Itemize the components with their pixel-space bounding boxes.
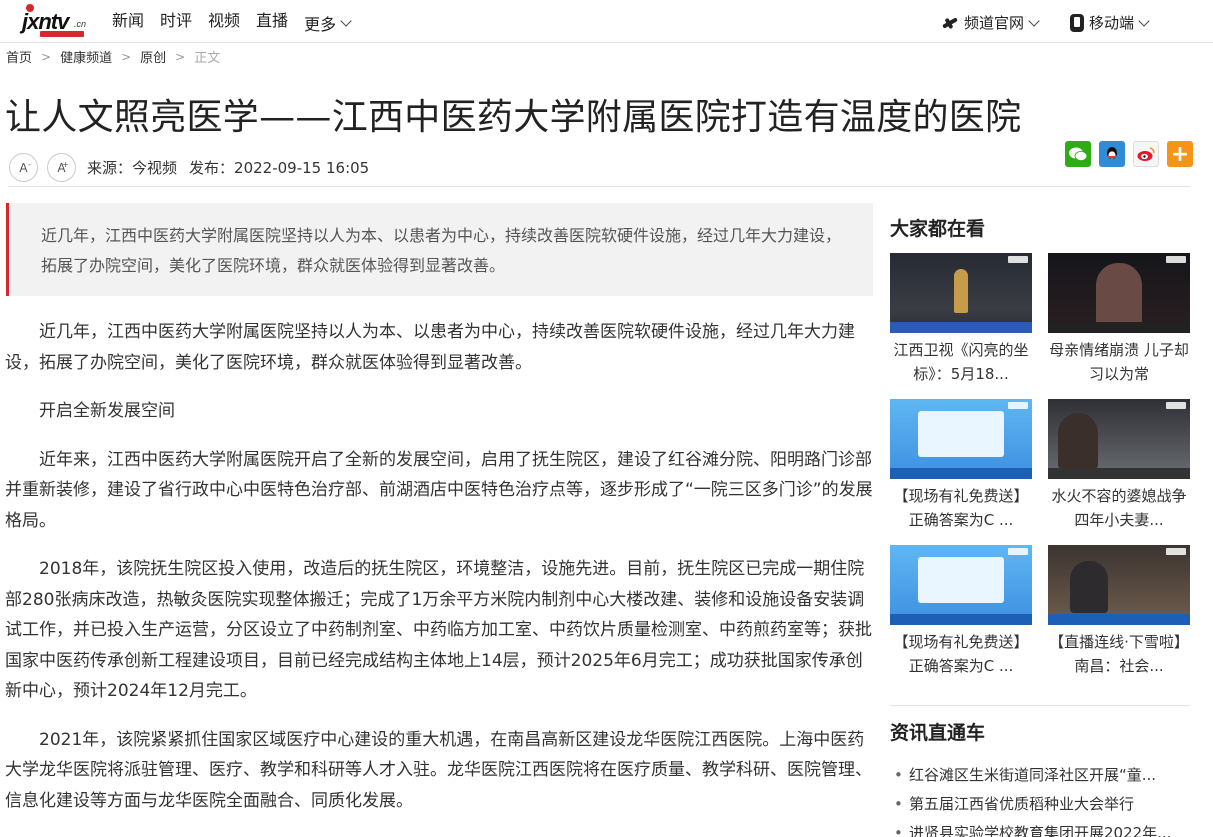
- font-increase-button[interactable]: A +: [47, 153, 76, 182]
- popular-caption: 母亲情绪崩溃 儿子却习以为常: [1049, 341, 1189, 383]
- popular-card[interactable]: 母亲情绪崩溃 儿子却习以为常: [1048, 253, 1190, 386]
- article-paragraph: 近年来，江西中医药大学附属医院开启了全新的发展空间，启用了抚生院区，建设了红谷滩…: [5, 449, 873, 531]
- breadcrumb-separator: >: [121, 49, 132, 64]
- popular-caption: 【现场有礼免费送】正确答案为C ...: [893, 487, 1029, 529]
- breadcrumb-home[interactable]: 首页: [6, 47, 32, 66]
- divider: [8, 186, 1190, 187]
- share-more-icon[interactable]: +: [1167, 141, 1193, 167]
- news-heading: 资讯直通车: [890, 722, 986, 744]
- news-item[interactable]: 红谷滩区生米街道同泽社区开展“童...: [890, 761, 1190, 790]
- site-logo[interactable]: jxntv .cn: [22, 4, 92, 38]
- popular-heading: 大家都在看: [890, 218, 986, 240]
- mobile-label: 移动端: [1089, 14, 1135, 32]
- news-section: 资讯直通车 红谷滩区生米街道同泽社区开展“童... 第五届江西省优质稻种业大会举…: [890, 718, 1190, 837]
- breadcrumb-original[interactable]: 原创: [140, 47, 166, 66]
- phone-icon: [1070, 13, 1084, 32]
- main-nav: 新闻 时评 视频 直播 更多: [112, 11, 352, 35]
- breadcrumb: 首页 > 健康频道 > 原创 > 正文: [6, 47, 221, 67]
- video-thumbnail: [1048, 399, 1190, 479]
- font-decrease-label: A: [19, 160, 28, 175]
- popular-card[interactable]: 水火不容的婆媳战争 四年小夫妻...: [1048, 399, 1190, 532]
- news-item[interactable]: 进贤县实验学校教育集团开展2022年...: [890, 819, 1190, 837]
- popular-card[interactable]: 【直播连线·下雪啦】南昌：社会...: [1048, 545, 1190, 678]
- channel-site-menu[interactable]: 频道官网: [941, 12, 1040, 33]
- qq-icon[interactable]: [1099, 141, 1125, 167]
- font-decrease-button[interactable]: A-: [9, 153, 38, 182]
- article-paragraph: 2021年，该院紧紧抓住国家区域医疗中心建设的重大机遇，在南昌高新区建设龙华医院…: [5, 729, 872, 811]
- video-thumbnail: [890, 545, 1032, 625]
- video-thumbnail: [890, 253, 1032, 333]
- sidebar: 大家都在看 江西卫视《闪亮的坐标》：5月18... 母亲情绪崩溃 儿子却习以为常…: [890, 214, 1190, 837]
- breadcrumb-separator: >: [41, 49, 52, 64]
- top-nav: jxntv .cn 新闻 时评 视频 直播 更多 频道官网 移动端: [0, 0, 1213, 43]
- news-list: 红谷滩区生米街道同泽社区开展“童... 第五届江西省优质稻种业大会举行 进贤县实…: [890, 761, 1190, 837]
- logo-subbar: [40, 31, 84, 37]
- wechat-icon[interactable]: [1065, 141, 1091, 167]
- popular-caption: 江西卫视《闪亮的坐标》：5月18...: [893, 341, 1029, 383]
- breadcrumb-current: 正文: [194, 51, 221, 66]
- divider: [890, 705, 1190, 706]
- publish-label: 发布：: [189, 159, 235, 177]
- video-thumbnail: [890, 399, 1032, 479]
- logo-domain: .cn: [74, 19, 87, 29]
- article-paragraph: 近几年，江西中医药大学附属医院坚持以人为本、以患者为中心，持续改善医院软硬件设施…: [5, 322, 855, 373]
- weibo-icon[interactable]: [1133, 141, 1159, 167]
- source-label: 来源：: [87, 159, 133, 177]
- video-thumbnail: [1048, 253, 1190, 333]
- nav-opinion[interactable]: 时评: [160, 11, 192, 35]
- source-value: 今视频: [132, 159, 178, 177]
- article-paragraph: 2018年，该院抚生院区投入使用，改造后的抚生院区，环境整洁，设施先进。目前，抚…: [5, 559, 872, 701]
- popular-card[interactable]: 江西卫视《闪亮的坐标》：5月18...: [890, 253, 1032, 386]
- popular-card[interactable]: 【现场有礼免费送】正确答案为C ...: [890, 545, 1032, 678]
- popular-card[interactable]: 【现场有礼免费送】正确答案为C ...: [890, 399, 1032, 532]
- article-subheading: 开启全新发展空间: [39, 401, 175, 421]
- mobile-menu[interactable]: 移动端: [1070, 12, 1150, 33]
- nav-news[interactable]: 新闻: [112, 11, 144, 35]
- article-summary: 近几年，江西中医药大学附属医院坚持以人为本、以患者为中心，持续改善医院软硬件设施…: [6, 203, 873, 296]
- news-item[interactable]: 第五届江西省优质稻种业大会举行: [890, 790, 1190, 819]
- popular-caption: 水火不容的婆媳战争 四年小夫妻...: [1051, 487, 1187, 529]
- chevron-down-icon: [340, 15, 352, 27]
- article-meta: A- A + 来源： 今视频 发布： 2022-09-15 16:05: [9, 153, 369, 182]
- popular-caption: 【现场有礼免费送】正确答案为C ...: [893, 633, 1029, 675]
- popular-grid: 江西卫视《闪亮的坐标》：5月18... 母亲情绪崩溃 儿子却习以为常 【现场有礼…: [890, 253, 1190, 691]
- plane-icon: [941, 16, 959, 30]
- nav-live[interactable]: 直播: [256, 11, 288, 35]
- share-bar: +: [1057, 141, 1193, 167]
- chevron-down-icon: [1028, 14, 1040, 27]
- article-body: 近几年，江西中医药大学附属医院坚持以人为本、以患者为中心，持续改善医院软硬件设施…: [5, 317, 873, 834]
- nav-video[interactable]: 视频: [208, 11, 240, 35]
- breadcrumb-separator: >: [175, 49, 186, 64]
- nav-more[interactable]: 更多: [304, 11, 352, 35]
- nav-more-label: 更多: [304, 15, 337, 34]
- popular-caption: 【直播连线·下雪啦】南昌：社会...: [1049, 633, 1189, 675]
- publish-time: 2022-09-15 16:05: [234, 158, 370, 177]
- page-title: 让人文照亮医学——江西中医药大学附属医院打造有温度的医院: [5, 97, 1022, 138]
- video-thumbnail: [1048, 545, 1190, 625]
- chevron-down-icon: [1138, 14, 1150, 27]
- breadcrumb-health[interactable]: 健康频道: [60, 47, 112, 66]
- channel-site-label: 频道官网: [964, 14, 1025, 32]
